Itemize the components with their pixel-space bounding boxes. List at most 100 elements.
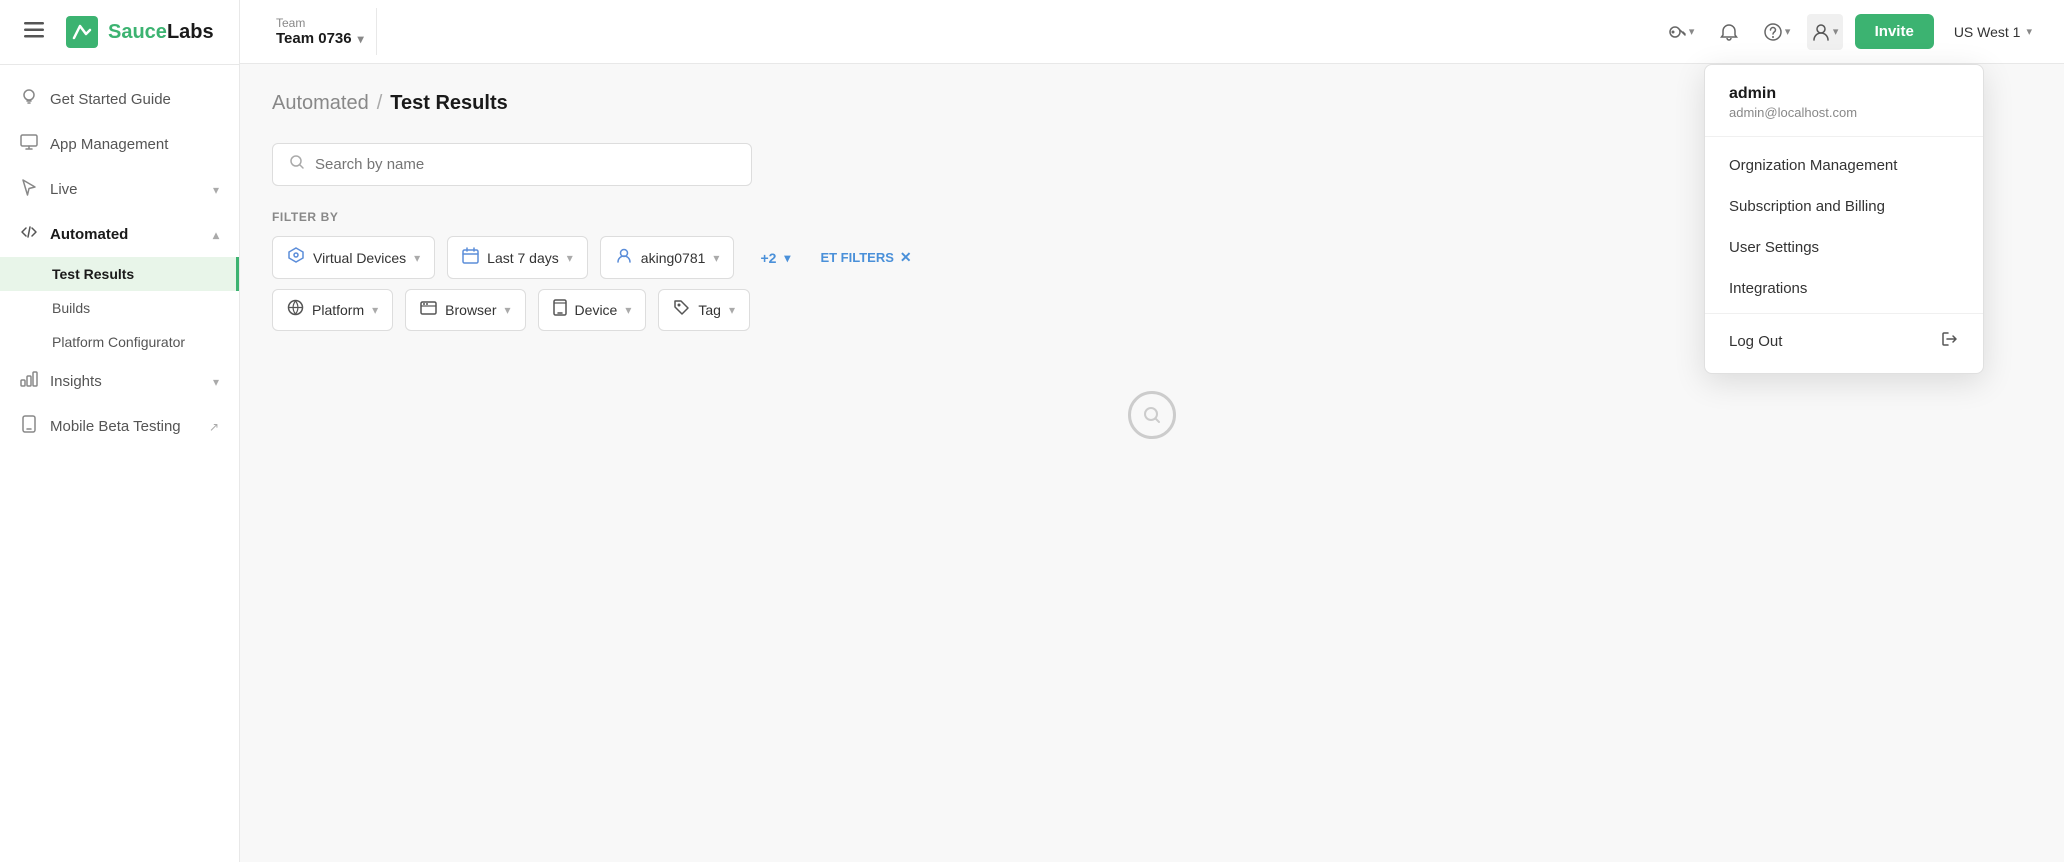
sidebar-item-automated[interactable]: Automated ▴ bbox=[0, 212, 239, 257]
sidebar-item-insights[interactable]: Insights ▾ bbox=[0, 359, 239, 404]
bulb-icon bbox=[20, 88, 38, 111]
virtual-devices-label: Virtual Devices bbox=[313, 250, 406, 266]
sidebar-item-mobile-beta-label: Mobile Beta Testing bbox=[50, 418, 181, 435]
hamburger-button[interactable] bbox=[20, 18, 48, 47]
user-chevron-icon: ▾ bbox=[1833, 25, 1839, 38]
virtual-devices-icon bbox=[287, 246, 305, 269]
region-selector[interactable]: US West 1 ▾ bbox=[1946, 16, 2040, 48]
sidebar-subitem-test-results[interactable]: Test Results bbox=[0, 257, 239, 291]
external-link-icon: ↗ bbox=[209, 420, 219, 434]
logo-text: SauceLabs bbox=[108, 21, 214, 44]
reset-filters-button[interactable]: ET FILTERS ✕ bbox=[820, 236, 911, 279]
sidebar-item-app-management[interactable]: App Management bbox=[0, 122, 239, 167]
sidebar-item-mobile-beta[interactable]: Mobile Beta Testing ↗ bbox=[0, 404, 239, 449]
sidebar-item-get-started[interactable]: Get Started Guide bbox=[0, 77, 239, 122]
team-selector[interactable]: Team Team 0736 ▾ bbox=[264, 8, 377, 55]
date-chevron-icon: ▾ bbox=[567, 251, 573, 265]
more-filters-label: +2 bbox=[760, 250, 776, 266]
reset-filters-label: ET FILTERS bbox=[820, 250, 893, 265]
search-input[interactable] bbox=[315, 156, 735, 173]
platform-filter-label: Platform bbox=[312, 302, 364, 318]
sidebar-item-get-started-label: Get Started Guide bbox=[50, 91, 171, 108]
automated-subitems: Test Results Builds Platform Configurato… bbox=[0, 257, 239, 359]
sidebar-item-insights-label: Insights bbox=[50, 373, 102, 390]
user-filter[interactable]: aking0781 ▾ bbox=[600, 236, 735, 279]
platform-filter[interactable]: Platform ▾ bbox=[272, 289, 393, 331]
sidebar-navigation: Get Started Guide App Management Live ▾ … bbox=[0, 65, 239, 862]
browser-icon bbox=[420, 299, 437, 321]
dropdown-item-user-settings[interactable]: User Settings bbox=[1705, 227, 1983, 268]
dropdown-username: admin bbox=[1729, 85, 1959, 103]
tag-icon bbox=[673, 299, 690, 321]
notifications-button[interactable] bbox=[1711, 14, 1747, 50]
browser-filter-label: Browser bbox=[445, 302, 496, 318]
platform-icon bbox=[287, 299, 304, 321]
breadcrumb-parent: Automated bbox=[272, 92, 369, 115]
search-bar bbox=[272, 143, 752, 186]
tag-chevron-icon: ▾ bbox=[729, 303, 735, 317]
search-icon bbox=[289, 154, 305, 175]
team-label: Team bbox=[276, 16, 364, 30]
logout-icon bbox=[1941, 330, 1959, 353]
sidebar-item-live[interactable]: Live ▾ bbox=[0, 167, 239, 212]
user-filter-icon bbox=[615, 246, 633, 269]
live-chevron-icon: ▾ bbox=[213, 183, 219, 197]
help-chevron-icon: ▾ bbox=[1785, 25, 1791, 38]
dropdown-item-sub-billing[interactable]: Subscription and Billing bbox=[1705, 186, 1983, 227]
monitor-icon bbox=[20, 133, 38, 156]
tag-filter-label: Tag bbox=[698, 302, 721, 318]
browser-chevron-icon: ▾ bbox=[505, 303, 511, 317]
code-icon bbox=[20, 223, 38, 246]
credentials-chevron-icon: ▾ bbox=[1689, 25, 1695, 38]
device-chevron-icon: ▾ bbox=[625, 303, 631, 317]
sidebar-item-live-label: Live bbox=[50, 181, 78, 198]
cursor-icon bbox=[20, 178, 38, 201]
dropdown-item-integrations[interactable]: Integrations bbox=[1705, 268, 1983, 309]
sidebar: SauceLabs Get Started Guide App Manageme… bbox=[0, 0, 240, 862]
saucelabs-logo-icon bbox=[66, 16, 98, 48]
more-filters-chevron-icon: ▾ bbox=[784, 251, 790, 265]
user-dropdown-menu: admin admin@localhost.com Orgnization Ma… bbox=[1704, 64, 1984, 374]
browser-filter[interactable]: Browser ▾ bbox=[405, 289, 525, 331]
topbar: Team Team 0736 ▾ ▾ ▾ ▾ Invite bbox=[240, 0, 2064, 64]
region-label: US West 1 bbox=[1954, 24, 2021, 40]
dropdown-email: admin@localhost.com bbox=[1729, 105, 1959, 120]
user-menu-button[interactable]: ▾ bbox=[1807, 14, 1843, 50]
region-chevron-icon: ▾ bbox=[2026, 25, 2032, 38]
automated-chevron-icon: ▴ bbox=[213, 228, 219, 242]
mobile-beta-icon bbox=[20, 415, 38, 438]
dropdown-items: Orgnization Management Subscription and … bbox=[1705, 137, 1983, 373]
empty-state bbox=[272, 391, 2032, 439]
device-icon bbox=[553, 299, 567, 321]
invite-button[interactable]: Invite bbox=[1855, 14, 1934, 49]
user-filter-label: aking0781 bbox=[641, 250, 706, 266]
virtual-devices-chevron-icon: ▾ bbox=[414, 251, 420, 265]
date-filter[interactable]: Last 7 days ▾ bbox=[447, 236, 588, 279]
virtual-devices-filter[interactable]: Virtual Devices ▾ bbox=[272, 236, 435, 279]
calendar-icon bbox=[462, 247, 479, 269]
sidebar-subitem-builds[interactable]: Builds bbox=[0, 291, 239, 325]
device-filter[interactable]: Device ▾ bbox=[538, 289, 647, 331]
credentials-button[interactable]: ▾ bbox=[1663, 14, 1699, 50]
close-filters-icon: ✕ bbox=[900, 249, 912, 266]
team-chevron-icon: ▾ bbox=[358, 32, 364, 46]
dropdown-item-org-mgmt[interactable]: Orgnization Management bbox=[1705, 145, 1983, 186]
user-filter-chevron-icon: ▾ bbox=[713, 251, 719, 265]
date-filter-label: Last 7 days bbox=[487, 250, 559, 266]
dropdown-header: admin admin@localhost.com bbox=[1705, 65, 1983, 137]
sidebar-subitem-platform-configurator[interactable]: Platform Configurator bbox=[0, 325, 239, 359]
sidebar-item-app-management-label: App Management bbox=[50, 136, 168, 153]
dropdown-item-logout[interactable]: Log Out bbox=[1705, 318, 1983, 365]
dropdown-divider bbox=[1705, 313, 1983, 314]
help-button[interactable]: ▾ bbox=[1759, 14, 1795, 50]
device-filter-label: Device bbox=[575, 302, 618, 318]
sidebar-item-automated-label: Automated bbox=[50, 226, 128, 243]
main-area: Team Team 0736 ▾ ▾ ▾ ▾ Invite bbox=[240, 0, 2064, 862]
insights-chevron-icon: ▾ bbox=[213, 375, 219, 389]
breadcrumb-current: Test Results bbox=[390, 92, 507, 115]
more-filters-button[interactable]: +2 ▾ bbox=[746, 236, 804, 279]
empty-search-icon bbox=[1128, 391, 1176, 439]
platform-chevron-icon: ▾ bbox=[372, 303, 378, 317]
team-name: Team 0736 ▾ bbox=[276, 30, 364, 47]
tag-filter[interactable]: Tag ▾ bbox=[658, 289, 750, 331]
